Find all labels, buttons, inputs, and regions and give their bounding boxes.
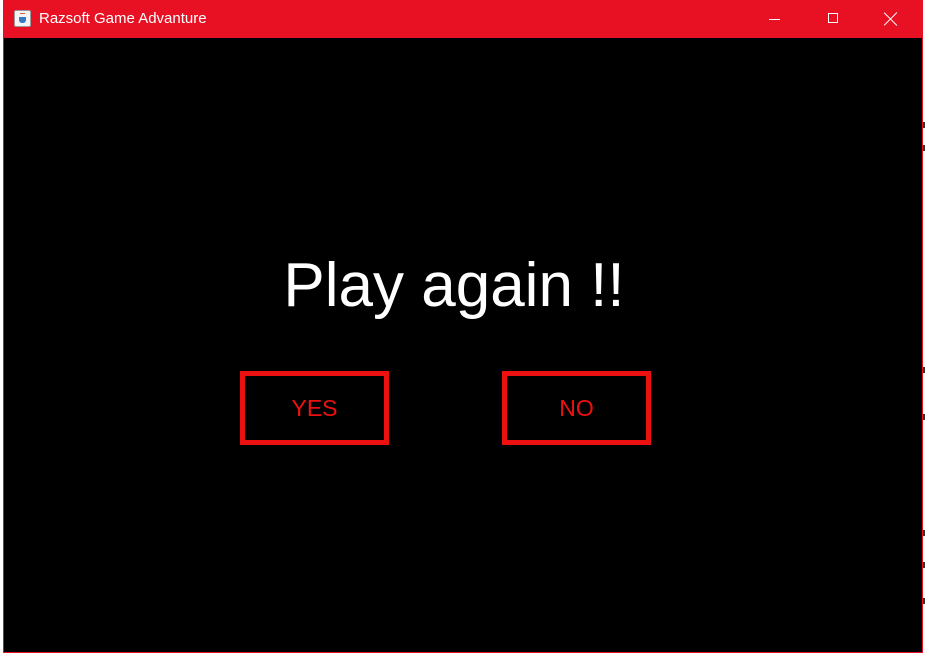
close-button[interactable] <box>861 0 919 38</box>
game-window: Razsoft Game Advanture Play again !! YES… <box>3 0 923 653</box>
play-again-prompt: Play again !! <box>283 251 625 320</box>
game-canvas: Play again !! YES NO <box>4 38 922 652</box>
close-icon <box>884 12 898 26</box>
minimize-button[interactable] <box>745 0 803 38</box>
no-button[interactable]: NO <box>502 371 651 445</box>
minimize-icon <box>769 19 780 20</box>
java-cup-icon <box>14 10 31 27</box>
title-bar[interactable]: Razsoft Game Advanture <box>4 0 922 38</box>
yes-button[interactable]: YES <box>240 371 389 445</box>
maximize-icon <box>828 13 838 23</box>
window-title: Razsoft Game Advanture <box>39 10 207 27</box>
maximize-button[interactable] <box>803 0 861 38</box>
